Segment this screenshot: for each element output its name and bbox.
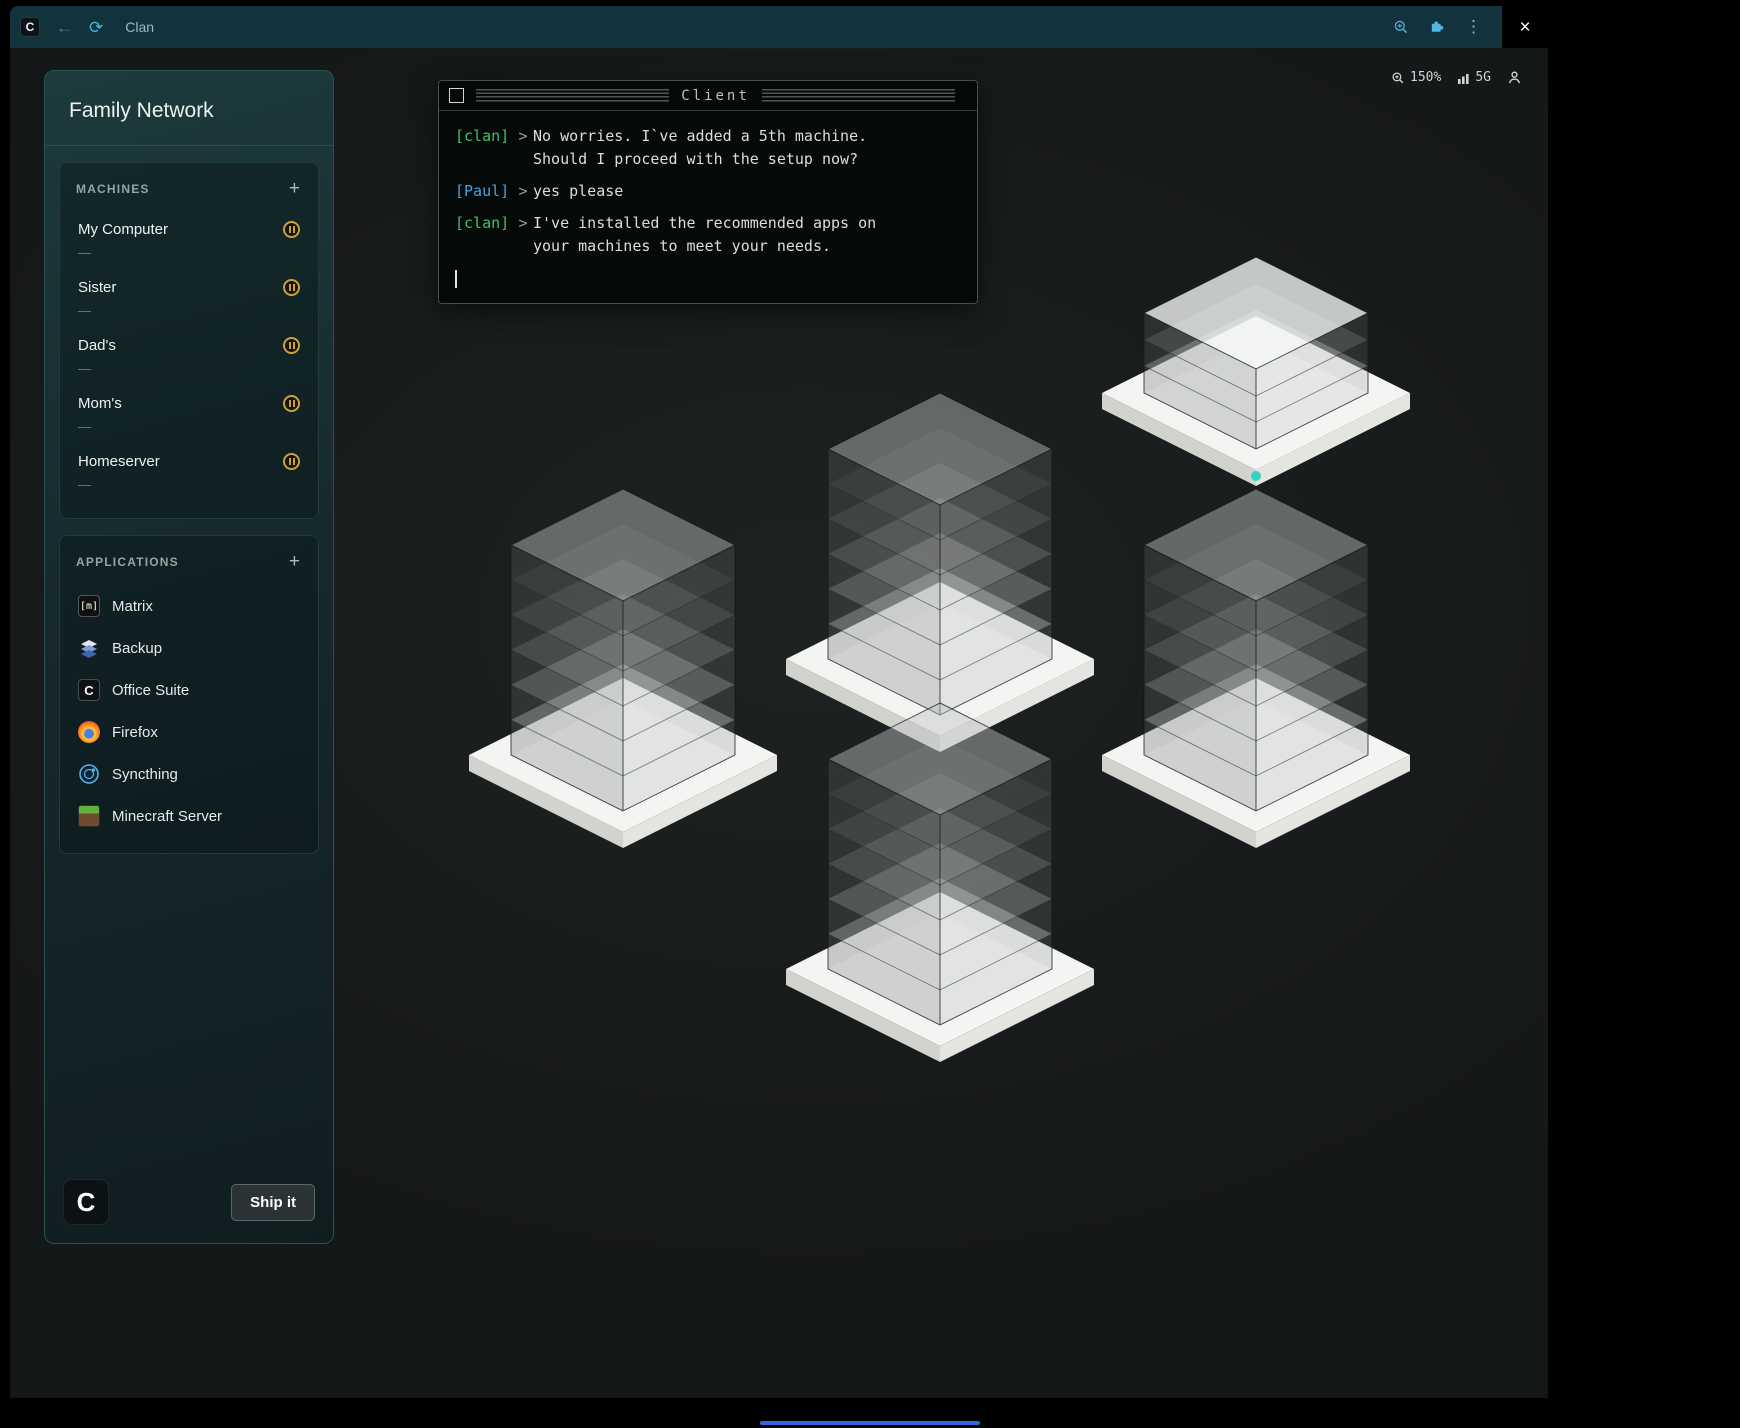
signal-bars-icon (1457, 71, 1470, 85)
message-text: I've installed the recommended apps on y… (533, 212, 913, 258)
sidebar-footer: C Ship it (45, 1161, 333, 1243)
zoom-control[interactable]: 150% (1391, 70, 1441, 85)
machine-node[interactable] (1096, 468, 1416, 858)
machine-detail: — (78, 245, 300, 260)
message-arrow: > (513, 212, 533, 258)
application-name: Matrix (112, 598, 153, 615)
terminal-square-icon[interactable] (449, 88, 464, 103)
canvas-hud: 150% 5G (1391, 70, 1522, 85)
add-machine-button[interactable]: + (287, 179, 302, 198)
input-line[interactable] (455, 267, 961, 287)
application-list-item[interactable]: C Office Suite (76, 669, 302, 711)
terminal-title: Client (681, 88, 750, 104)
machine-list-item[interactable]: Homeserver — (76, 444, 302, 502)
firefox-icon (78, 721, 100, 743)
sidebar-title: Family Network (45, 71, 333, 146)
application-name: Firefox (112, 724, 158, 741)
application-list-item[interactable]: Firefox (76, 711, 302, 753)
machine-node[interactable] (1096, 230, 1416, 497)
machine-status-icon (283, 395, 300, 412)
machine-detail: — (78, 361, 300, 376)
machine-status-icon (283, 221, 300, 238)
person-icon (1507, 70, 1522, 85)
machines-section: MACHINES + My Computer — Sister (59, 162, 319, 519)
matrix-icon: [m] (78, 595, 100, 617)
machine-detail: — (78, 477, 300, 492)
zoom-level: 150% (1410, 70, 1441, 85)
extensions-icon[interactable] (1429, 19, 1445, 35)
app-content: 150% 5G Client (10, 48, 1548, 1398)
message-arrow: > (513, 180, 533, 203)
kebab-menu-icon[interactable]: ⋮ (1465, 17, 1482, 37)
machine-name: Sister (78, 279, 116, 296)
syncthing-icon (78, 763, 100, 785)
machine-list-item[interactable]: My Computer — (76, 212, 302, 270)
machine-list-item[interactable]: Sister — (76, 270, 302, 328)
machine-list-item[interactable]: Dad's — (76, 328, 302, 386)
zoom-icon[interactable] (1393, 19, 1409, 35)
application-list-item[interactable]: Minecraft Server (76, 795, 302, 837)
applications-section: APPLICATIONS + [m] Matrix Backup (59, 535, 319, 854)
machine-detail: — (78, 303, 300, 318)
terminal-titlebar[interactable]: Client (439, 81, 977, 111)
topbar-left: C ← ⟳ Clan (20, 17, 154, 37)
application-list-item[interactable]: Syncthing (76, 753, 302, 795)
chat-message: [Paul] > yes please (455, 180, 961, 203)
window-title: Clan (125, 19, 154, 35)
network-canvas: 150% 5G Client (10, 48, 1548, 1398)
back-icon[interactable]: ← (56, 19, 73, 36)
machine-list-item[interactable]: Mom's — (76, 386, 302, 444)
machine-status-icon (283, 279, 300, 296)
machine-name: Dad's (78, 337, 116, 354)
application-name: Office Suite (112, 682, 189, 699)
ship-it-button[interactable]: Ship it (231, 1184, 315, 1221)
minecraft-icon (78, 805, 100, 827)
machine-node[interactable] (463, 468, 783, 858)
machine-status-icon (283, 337, 300, 354)
application-name: Minecraft Server (112, 808, 222, 825)
message-arrow: > (513, 125, 533, 171)
text-cursor (455, 270, 457, 288)
applications-header: APPLICATIONS (76, 555, 179, 569)
reload-icon[interactable]: ⟳ (89, 19, 103, 36)
machine-node[interactable] (780, 682, 1100, 1072)
application-name: Syncthing (112, 766, 178, 783)
message-text: yes please (533, 180, 913, 203)
machine-status-icon (283, 453, 300, 470)
add-application-button[interactable]: + (287, 552, 302, 571)
terminal-body[interactable]: [clan] > No worries. I`ve added a 5th ma… (439, 111, 977, 303)
home-indicator[interactable] (760, 1421, 980, 1425)
machine-detail: — (78, 419, 300, 434)
message-text: No worries. I`ve added a 5th machine. Sh… (533, 125, 913, 171)
network-status[interactable]: 5G (1457, 70, 1491, 85)
sidebar: Family Network MACHINES + My Computer — (44, 70, 334, 1244)
message-sender: [clan] (455, 212, 513, 258)
message-sender: [Paul] (455, 180, 513, 203)
client-terminal: Client [clan] > No worries. I`ve added a… (438, 80, 978, 304)
topbar-right: ⋮ (1393, 17, 1482, 37)
backup-icon (78, 637, 100, 659)
browser-topbar: C ← ⟳ Clan ⋮ × (10, 6, 1548, 48)
app-favicon: C (20, 17, 40, 37)
clan-logo: C (63, 1179, 109, 1225)
machine-name: Mom's (78, 395, 122, 412)
chat-message: [clan] > I've installed the recommended … (455, 212, 961, 258)
titlebar-hatch (476, 89, 669, 102)
chat-message: [clan] > No worries. I`ve added a 5th ma… (455, 125, 961, 171)
machine-name: Homeserver (78, 453, 160, 470)
message-sender: [clan] (455, 125, 513, 171)
user-control[interactable] (1507, 70, 1522, 85)
close-icon[interactable]: × (1519, 18, 1530, 37)
office-suite-icon: C (78, 679, 100, 701)
browser-window: C ← ⟳ Clan ⋮ × (10, 6, 1548, 1398)
machines-header: MACHINES (76, 182, 150, 196)
application-name: Backup (112, 640, 162, 657)
close-area: × (1502, 6, 1548, 48)
application-list-item[interactable]: [m] Matrix (76, 585, 302, 627)
network-label: 5G (1475, 70, 1491, 85)
machine-name: My Computer (78, 221, 168, 238)
titlebar-hatch (762, 89, 955, 102)
application-list-item[interactable]: Backup (76, 627, 302, 669)
